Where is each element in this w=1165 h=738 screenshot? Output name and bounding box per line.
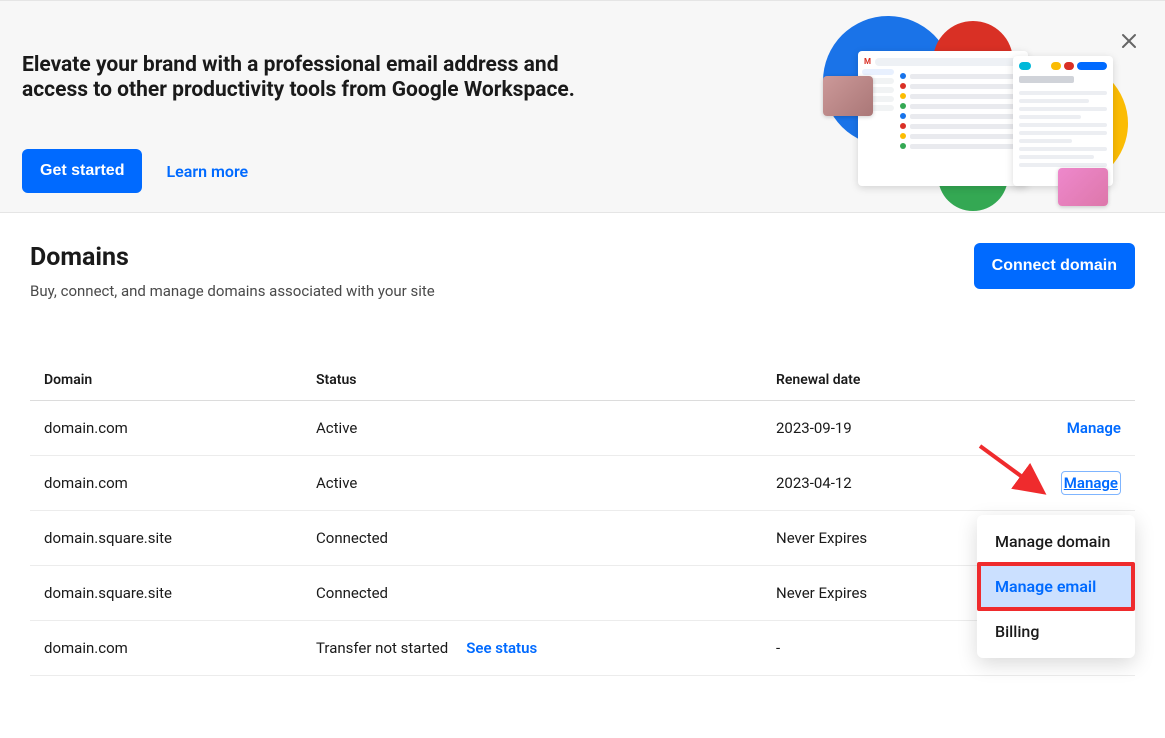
page-subtitle: Buy, connect, and manage domains associa… — [30, 282, 435, 300]
banner-illustration: M — [813, 21, 1123, 211]
manage-link[interactable]: Manage — [1061, 471, 1121, 495]
get-started-button[interactable]: Get started — [22, 149, 142, 193]
status-cell: Transfer not startedSee status — [302, 621, 762, 676]
banner-content: Elevate your brand with a professional e… — [22, 21, 582, 193]
domain-cell: domain.com — [30, 621, 302, 676]
workspace-banner: Elevate your brand with a professional e… — [0, 0, 1165, 213]
connect-domain-button[interactable]: Connect domain — [974, 243, 1135, 289]
table-row: domain.comTransfer not startedSee status… — [30, 621, 1135, 676]
table-row: domain.comActive2023-09-19 Manage — [30, 401, 1135, 456]
table-header-renewal: Renewal date — [762, 360, 976, 401]
renewal-cell: 2023-04-12 — [762, 456, 976, 511]
gmail-mock-icon: M — [858, 51, 1028, 186]
dropdown-item[interactable]: Billing — [977, 609, 1135, 654]
page-title: Domains — [30, 243, 435, 272]
domains-table: Domain Status Renewal date domain.comAct… — [30, 360, 1135, 676]
action-cell: Manage — [976, 456, 1135, 511]
manage-dropdown: Manage domainManage emailBilling — [977, 515, 1135, 658]
renewal-cell: - — [762, 621, 976, 676]
domains-titles: Domains Buy, connect, and manage domains… — [30, 243, 435, 300]
close-icon[interactable] — [1121, 33, 1137, 49]
learn-more-link[interactable]: Learn more — [166, 162, 248, 181]
table-header-domain: Domain — [30, 360, 302, 401]
avatar-icon — [1058, 168, 1108, 206]
status-cell: Connected — [302, 566, 762, 621]
status-cell: Connected — [302, 511, 762, 566]
renewal-cell: 2023-09-19 — [762, 401, 976, 456]
banner-heading: Elevate your brand with a professional e… — [22, 53, 582, 103]
renewal-cell: Never Expires — [762, 566, 976, 621]
domain-cell: domain.square.site — [30, 566, 302, 621]
domain-cell: domain.com — [30, 401, 302, 456]
see-status-link[interactable]: See status — [466, 639, 537, 657]
table-row: domain.square.siteConnectedNever Expires — [30, 566, 1135, 621]
banner-actions: Get started Learn more — [22, 149, 582, 193]
table-row: domain.square.siteConnectedNever Expires — [30, 511, 1135, 566]
avatar-icon — [823, 76, 873, 116]
domain-cell: domain.com — [30, 456, 302, 511]
dropdown-item[interactable]: Manage domain — [977, 519, 1135, 564]
domains-section-header: Domains Buy, connect, and manage domains… — [0, 213, 1165, 320]
dropdown-item[interactable]: Manage email — [977, 562, 1135, 611]
domain-cell: domain.square.site — [30, 511, 302, 566]
status-cell: Active — [302, 401, 762, 456]
renewal-cell: Never Expires — [762, 511, 976, 566]
status-cell: Active — [302, 456, 762, 511]
doc-mock-icon — [1013, 56, 1113, 186]
table-row: domain.comActive2023-04-12 Manage — [30, 456, 1135, 511]
table-header-status: Status — [302, 360, 762, 401]
action-cell: Manage — [976, 401, 1135, 456]
manage-link[interactable]: Manage — [990, 419, 1121, 437]
